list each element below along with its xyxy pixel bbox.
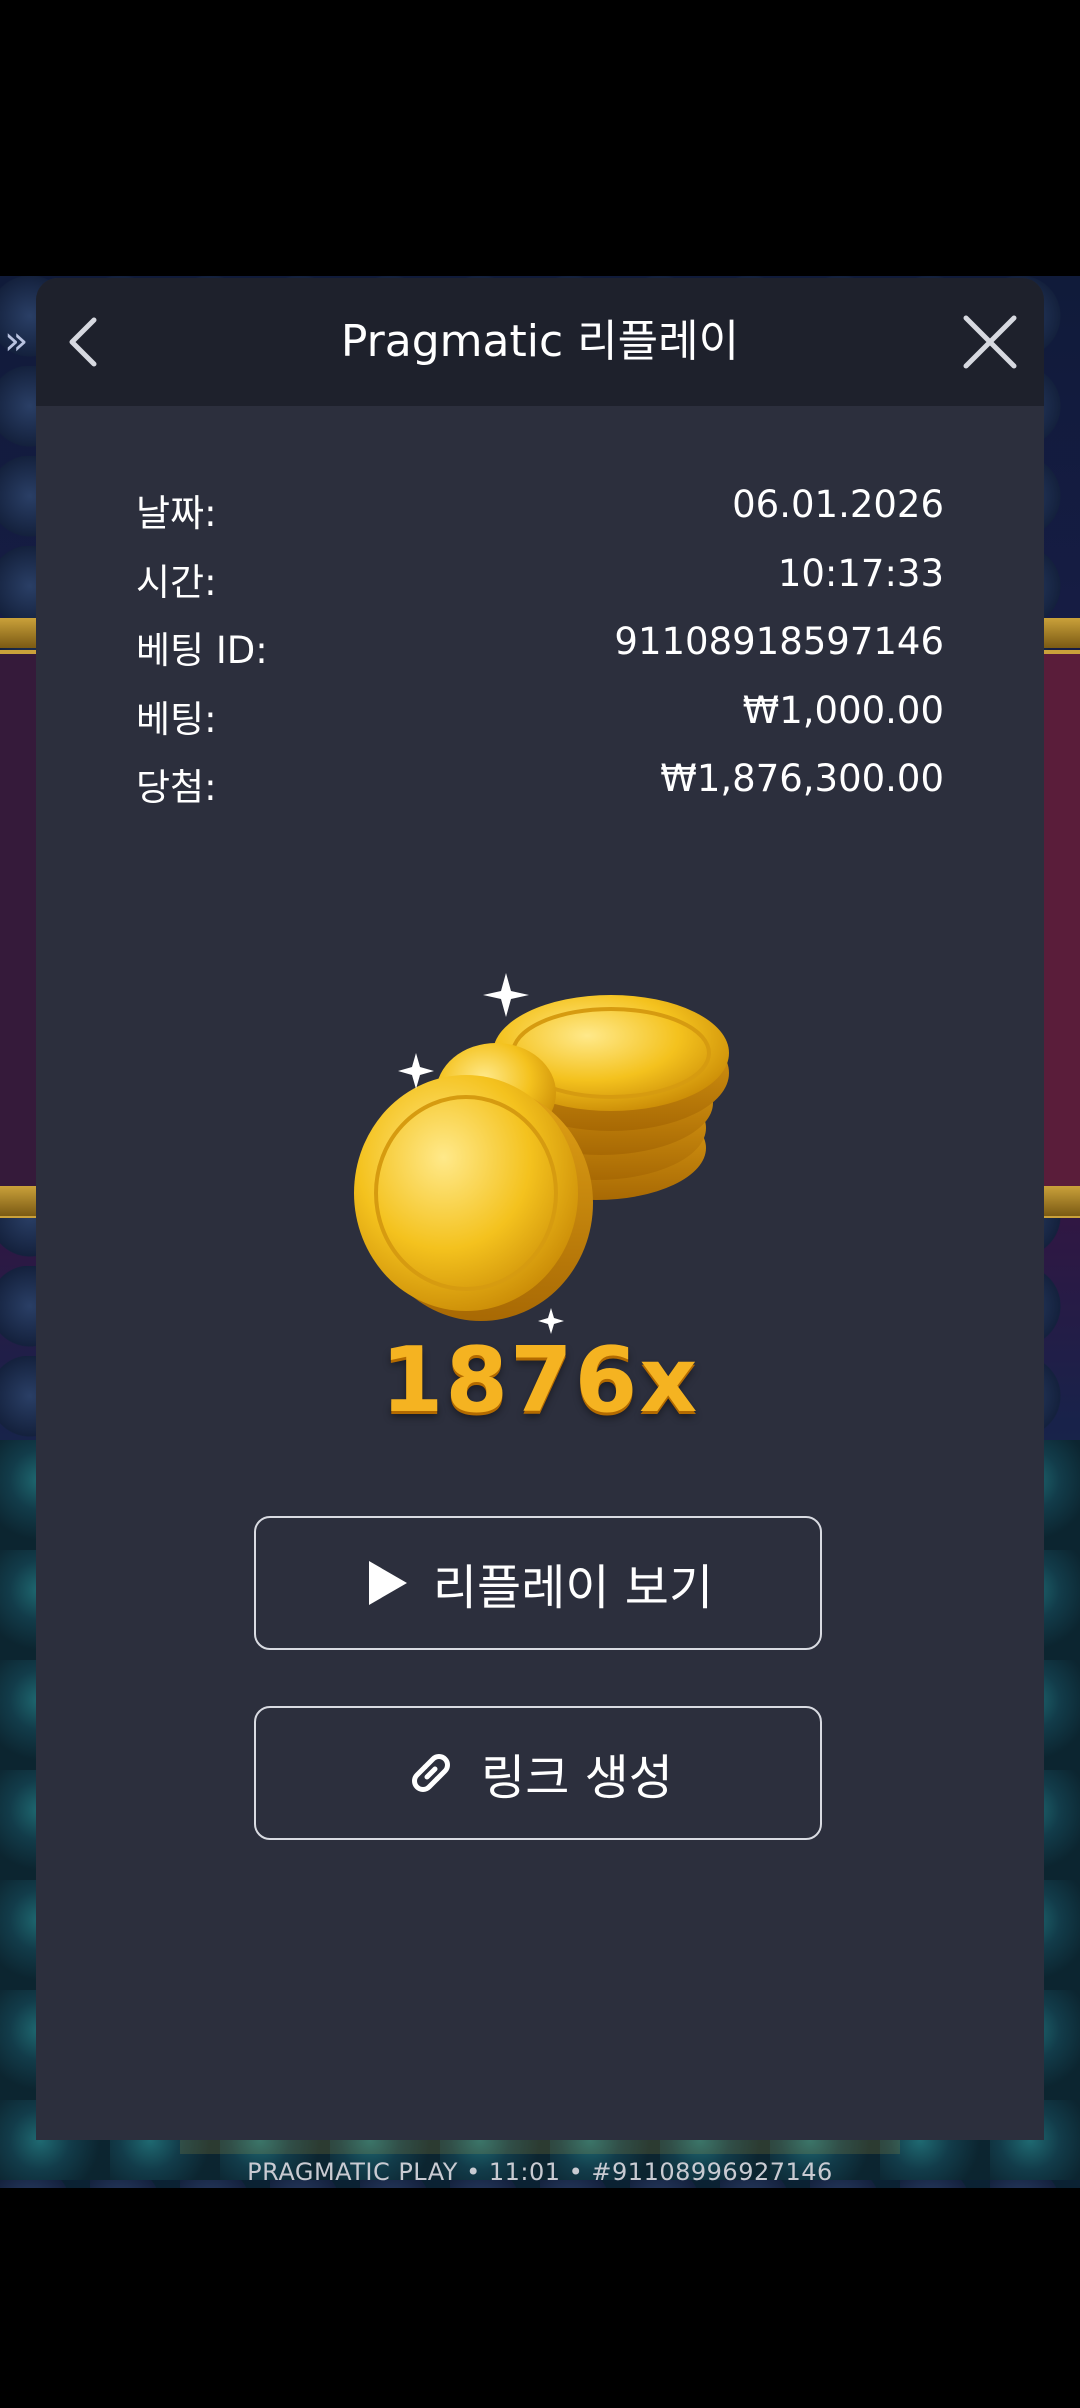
expand-arrow-icon[interactable]: »: [4, 318, 28, 364]
game-reel-left: [0, 650, 36, 1218]
info-label: 베팅 ID:: [136, 629, 268, 672]
info-label: 베팅:: [136, 697, 217, 741]
info-value: ₩1,000.00: [742, 688, 944, 732]
create-link-button[interactable]: 링크 생성: [254, 1706, 822, 1840]
info-row-bet: 베팅: ₩1,000.00: [136, 689, 944, 758]
modal-header: Pragmatic 리플레이: [36, 278, 1044, 406]
game-footer-text: PRAGMATIC PLAY • 11:01 • #91108996927146: [247, 2158, 833, 2186]
info-label: 당첨:: [136, 766, 217, 809]
gold-coins-icon: [346, 913, 766, 1593]
close-icon: [963, 315, 1017, 369]
info-row-time: 시간: 10:17:33: [136, 552, 944, 621]
info-label: 날짜:: [136, 492, 217, 535]
modal-title: Pragmatic 리플레이: [340, 316, 740, 367]
play-icon: [368, 1561, 407, 1605]
link-icon: [412, 1754, 451, 1792]
info-row-bet-id: 베팅 ID: 91108918597146: [136, 620, 944, 689]
bet-info-list: 날짜: 06.01.2026 시간: 10:17:33 베팅 ID: 91108…: [136, 483, 944, 826]
replay-modal: Pragmatic 리플레이 날짜: 06.01.2026 시간: 10:17:…: [36, 278, 1044, 2140]
win-multiplier: 1876x: [380, 1328, 700, 1433]
game-reel-right: [1040, 650, 1080, 1218]
info-row-date: 날짜: 06.01.2026: [136, 483, 944, 552]
view-replay-button[interactable]: 리플레이 보기: [254, 1516, 822, 1650]
view-replay-label: 리플레이 보기: [432, 1560, 714, 1616]
close-button[interactable]: [956, 308, 1024, 376]
info-value: 10:17:33: [777, 551, 944, 595]
info-value: 91108918597146: [614, 620, 944, 663]
info-label: 시간:: [136, 560, 217, 604]
info-value: 06.01.2026: [732, 483, 944, 526]
info-value: ₩1,876,300.00: [660, 757, 944, 800]
create-link-label: 링크 생성: [481, 1750, 673, 1806]
info-row-win: 당첨: ₩1,876,300.00: [136, 757, 944, 826]
